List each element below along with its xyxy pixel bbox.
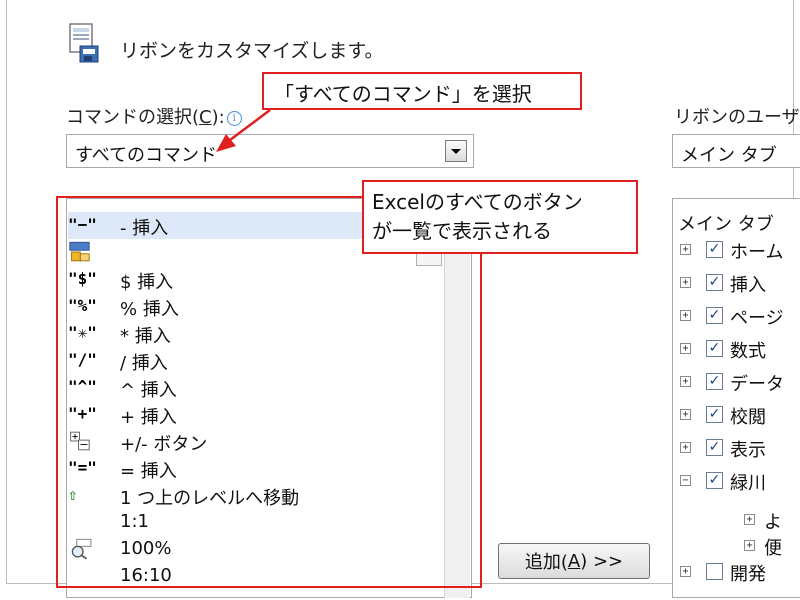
annotation-highlight-box <box>56 196 482 588</box>
excel-options-dialog: リボンをカスタマイズします。 コマンドの選択(C): i すべてのコマンド リボン… <box>0 0 800 600</box>
checkbox-checked[interactable]: ✓ <box>706 274 723 291</box>
expand-icon[interactable]: + <box>744 540 755 551</box>
command-category-value: すべてのコマンド <box>75 145 218 166</box>
checkbox-checked[interactable]: ✓ <box>706 241 723 258</box>
checkbox-checked[interactable]: ✓ <box>706 340 723 357</box>
collapse-icon[interactable]: − <box>680 475 691 486</box>
expand-icon[interactable]: + <box>744 514 755 525</box>
expand-icon[interactable]: + <box>680 343 691 354</box>
command-category-dropdown[interactable]: すべてのコマンド <box>66 134 474 168</box>
chevron-down-icon[interactable] <box>445 140 467 162</box>
expand-icon[interactable]: + <box>680 310 691 321</box>
checkbox-checked[interactable]: ✓ <box>706 373 723 390</box>
ribbon-customize-label: リボンのユーザー <box>674 107 800 128</box>
checkbox-unchecked[interactable] <box>706 563 723 580</box>
checkbox-checked[interactable]: ✓ <box>706 439 723 456</box>
expand-icon[interactable]: + <box>680 277 691 288</box>
tree-header: メイン タブ <box>678 214 774 235</box>
annotation-callout-select: 「すべてのコマンド」を選択 <box>262 72 582 110</box>
checkbox-checked[interactable]: ✓ <box>706 307 723 324</box>
command-select-label: コマンドの選択(C): i <box>66 103 242 129</box>
ribbon-tabs-dropdown[interactable]: メイン タブ <box>672 134 800 168</box>
ribbon-tabs-value: メイン タブ <box>681 145 777 166</box>
annotation-callout-list: Excelのすべてのボタン が一覧で表示される <box>362 180 638 254</box>
checkbox-checked[interactable]: ✓ <box>706 406 723 423</box>
checkbox-checked[interactable]: ✓ <box>706 472 723 489</box>
expand-icon[interactable]: + <box>680 244 691 255</box>
expand-icon[interactable]: + <box>680 376 691 387</box>
expand-icon[interactable]: + <box>680 566 691 577</box>
add-button[interactable]: 追加(A) >> <box>498 543 650 579</box>
info-icon[interactable]: i <box>226 110 242 126</box>
expand-icon[interactable]: + <box>680 409 691 420</box>
document-ribbon-icon <box>69 23 99 63</box>
expand-icon[interactable]: + <box>680 442 691 453</box>
page-title: リボンをカスタマイズします。 <box>120 40 384 62</box>
